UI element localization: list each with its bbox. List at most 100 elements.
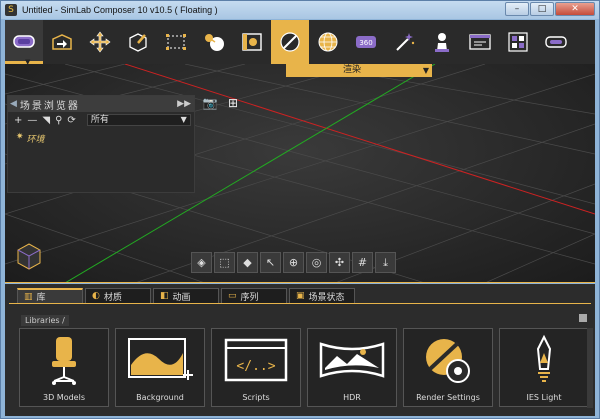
- tool-transform[interactable]: [81, 20, 119, 64]
- tab-label: 库: [36, 293, 46, 303]
- vr-goggles-icon: [545, 36, 567, 48]
- viewport-toolbar: ◈ ⬚ ◆ ↖ ⊕ ◎ ✣ # ⤓: [191, 252, 396, 274]
- tool-panels[interactable]: [499, 20, 537, 64]
- script-code-icon: </..>: [224, 338, 288, 382]
- tab-animation[interactable]: ◧ 动画: [153, 288, 219, 303]
- render-settings-icon: [426, 339, 470, 383]
- library-ies-light[interactable]: IES Light: [499, 328, 589, 407]
- library-scripts[interactable]: </..> Scripts: [211, 328, 301, 407]
- tab-library[interactable]: ▥ 库: [17, 288, 83, 303]
- tool-vr-view[interactable]: [537, 20, 575, 64]
- tab-sequence[interactable]: ▭ 序列: [221, 288, 287, 303]
- axis-cube-icon[interactable]: [15, 241, 43, 271]
- fit-view-icon[interactable]: ⊞: [224, 96, 242, 110]
- ies-light-icon: [536, 334, 552, 382]
- tab-underline: [9, 303, 591, 304]
- library-label: IES Light: [526, 393, 562, 402]
- filter-select[interactable]: 所有 ▼: [86, 114, 191, 126]
- window-title: Untitled - SimLab Composer 10 v10.5 ( Fl…: [22, 5, 218, 15]
- tool-effects[interactable]: [385, 20, 423, 64]
- library-hdr[interactable]: HDR: [307, 328, 397, 407]
- add-button[interactable]: +: [14, 115, 22, 126]
- move-arrows-icon: [89, 31, 111, 53]
- tool-environment[interactable]: [309, 20, 347, 64]
- scene-browser-title: 场景浏览器: [19, 100, 80, 112]
- main-toolbar: 360: [5, 20, 595, 64]
- search-icon[interactable]: ⚲: [55, 115, 62, 126]
- background-image-icon: [128, 338, 193, 380]
- collapse-right-icon[interactable]: ▶▶: [177, 99, 191, 109]
- sort-icon[interactable]: ◥: [42, 115, 50, 126]
- tool-import[interactable]: [43, 20, 81, 64]
- camera-tools: 📷 ⊞: [201, 96, 242, 110]
- close-button[interactable]: ✕: [555, 2, 595, 16]
- sequence-icon: ▭: [228, 291, 237, 301]
- tab-label: 序列: [240, 292, 259, 303]
- svg-text:360: 360: [359, 39, 372, 47]
- open-box-icon: [52, 34, 72, 50]
- tool-render[interactable]: [271, 20, 309, 64]
- animation-icon: [242, 33, 262, 51]
- library-panel: ▥ 库 ◐ 材质 ◧ 动画 ▭ 序列 ▣ 场景状态 Libraries / 3D…: [5, 284, 595, 416]
- tool-physics[interactable]: [195, 20, 233, 64]
- grid-toggle-button[interactable]: #: [352, 252, 373, 273]
- grid-panels-icon: [508, 32, 528, 52]
- animation-tab-icon: ◧: [160, 291, 169, 301]
- library-label: HDR: [343, 393, 361, 402]
- display-mode-button[interactable]: ◆: [237, 252, 258, 273]
- library-label: Scripts: [242, 393, 270, 402]
- minimize-button[interactable]: –: [505, 2, 529, 16]
- tab-scene-states[interactable]: ▣ 场景状态: [289, 288, 355, 303]
- chevron-down-icon: ▼: [180, 115, 187, 124]
- library-background[interactable]: Background: [115, 328, 205, 407]
- tool-edit-geometry[interactable]: [119, 20, 157, 64]
- walk-button[interactable]: ⊕: [283, 252, 304, 273]
- library-label: 3D Models: [43, 393, 85, 402]
- title-bar[interactable]: S Untitled - SimLab Composer 10 v10.5 ( …: [1, 1, 599, 19]
- pin-icon[interactable]: [579, 314, 587, 322]
- scene-state-icon: ▣: [296, 291, 305, 301]
- scene-browser-header: ◀ 场景浏览器 ▶▶: [8, 96, 194, 112]
- drop-to-floor-button[interactable]: ⤓: [375, 252, 396, 273]
- remove-button[interactable]: —: [27, 115, 37, 126]
- tab-label: 动画: [172, 292, 191, 303]
- tool-animation[interactable]: [233, 20, 271, 64]
- tab-label: 场景状态: [308, 292, 345, 303]
- view-cube-button[interactable]: ◈: [191, 252, 212, 273]
- library-label: Render Settings: [416, 393, 480, 402]
- render-mode-label: 渲染: [342, 65, 361, 75]
- tool-select-region[interactable]: [157, 20, 195, 64]
- tab-label: 材质: [103, 292, 122, 303]
- maximize-button[interactable]: □: [530, 2, 554, 16]
- library-render-settings[interactable]: Render Settings: [403, 328, 493, 407]
- tree-item-environment[interactable]: ✷ 环境: [8, 132, 194, 145]
- zoom-extents-button[interactable]: ⬚: [214, 252, 235, 273]
- library-scrollbar[interactable]: [587, 328, 593, 408]
- tab-materials[interactable]: ◐ 材质: [85, 288, 151, 303]
- orbit-button[interactable]: ◎: [306, 252, 327, 273]
- chair-icon: [52, 337, 76, 385]
- tool-360[interactable]: 360: [347, 20, 385, 64]
- box-edit-icon: [129, 33, 147, 52]
- breadcrumb[interactable]: Libraries /: [21, 315, 69, 326]
- tool-presentation[interactable]: [461, 20, 499, 64]
- library-3d-models[interactable]: 3D Models: [19, 328, 109, 407]
- environment-star-icon: ✷: [16, 132, 24, 142]
- presentation-icon: [469, 34, 491, 50]
- render-mode-dropdown[interactable]: 渲染 ▼: [286, 64, 432, 77]
- render-sphere-icon: [280, 32, 300, 52]
- physics-icon: [205, 34, 224, 51]
- material-icon: ◐: [92, 291, 100, 301]
- tool-vr-headset[interactable]: [5, 20, 43, 64]
- collapse-left-icon[interactable]: ◀: [10, 99, 17, 109]
- figure-icon: [435, 33, 449, 52]
- app-window: S Untitled - SimLab Composer 10 v10.5 ( …: [0, 0, 600, 419]
- refresh-icon[interactable]: ⟳: [67, 115, 75, 126]
- magic-wand-icon: [396, 33, 415, 51]
- hdr-panorama-icon: [319, 342, 385, 378]
- tool-character[interactable]: [423, 20, 461, 64]
- snap-button[interactable]: ✣: [329, 252, 350, 273]
- select-pointer-button[interactable]: ↖: [260, 252, 281, 273]
- camera-icon[interactable]: 📷: [201, 96, 219, 110]
- library-label: Background: [136, 393, 184, 402]
